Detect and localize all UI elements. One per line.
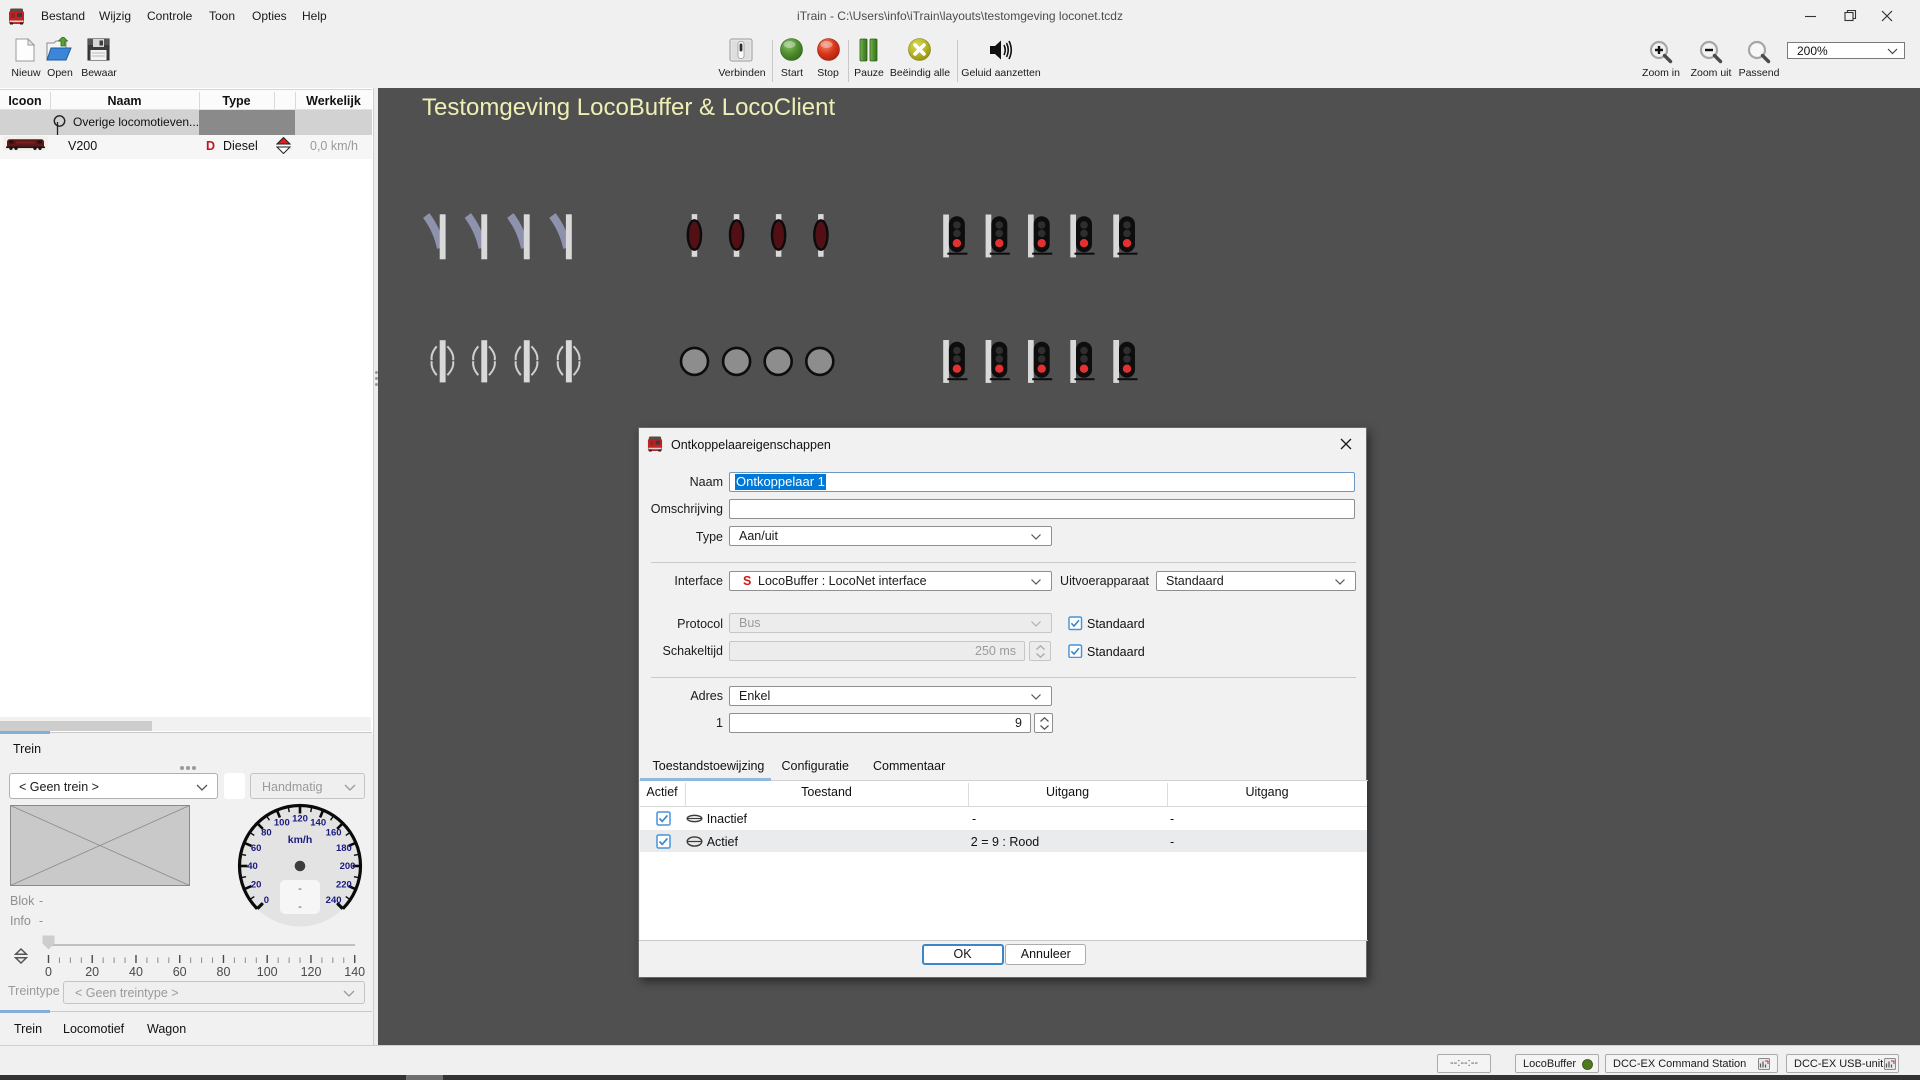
svg-text:100: 100 <box>274 817 290 828</box>
svg-text:20: 20 <box>251 879 262 890</box>
svg-text:0: 0 <box>264 895 269 906</box>
svg-text:140: 140 <box>310 817 326 828</box>
svg-text:180: 180 <box>336 843 352 854</box>
svg-text:-: - <box>298 901 302 913</box>
svg-text:160: 160 <box>326 828 342 839</box>
svg-text:220: 220 <box>336 879 352 890</box>
svg-text:40: 40 <box>247 861 258 872</box>
svg-text:km/h: km/h <box>288 834 313 846</box>
svg-text:200: 200 <box>340 861 356 872</box>
svg-text:60: 60 <box>251 843 262 854</box>
svg-text:120: 120 <box>292 814 308 825</box>
svg-text:-: - <box>298 883 302 895</box>
svg-text:240: 240 <box>326 895 342 906</box>
svg-text:80: 80 <box>261 828 272 839</box>
